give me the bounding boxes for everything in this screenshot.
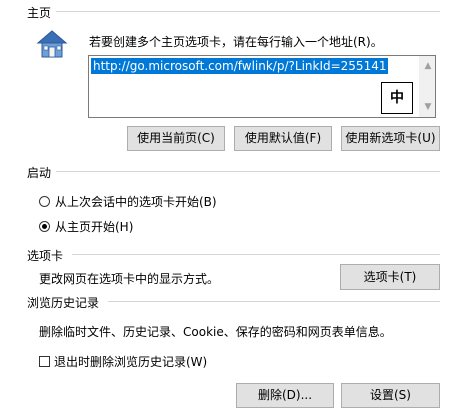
textarea-scrollbar[interactable]: ▲ ▼ xyxy=(419,56,435,117)
delete-history-button[interactable]: 删除(D)... xyxy=(236,383,334,408)
tabs-description: 更改网页在选项卡中的显示方式。 xyxy=(39,272,220,286)
delete-history-on-exit-label[interactable]: 退出时删除浏览历史记录(W) xyxy=(54,353,207,370)
homepage-url-textarea[interactable]: http://go.microsoft.com/fwlink/p/?LinkId… xyxy=(88,55,436,118)
startup-section-title: 启动 xyxy=(27,166,52,180)
use-default-button[interactable]: 使用默认值(F) xyxy=(234,126,332,151)
ime-indicator: 中 xyxy=(381,82,413,114)
startup-option-last-session-label[interactable]: 从上次会话中的选项卡开始(B) xyxy=(55,193,217,210)
use-new-tab-button[interactable]: 使用新选项卡(U) xyxy=(341,126,440,151)
startup-radio-last-session[interactable] xyxy=(39,196,50,207)
history-description: 删除临时文件、历史记录、Cookie、保存的密码和网页表单信息。 xyxy=(39,325,392,339)
homepage-section-title: 主页 xyxy=(27,6,52,20)
tabs-section-title: 选项卡 xyxy=(27,249,64,263)
history-section-title: 浏览历史记录 xyxy=(27,296,100,310)
homepage-instruction: 若要创建多个主页选项卡，请在每行输入一个地址(R)。 xyxy=(89,35,383,49)
startup-group-line xyxy=(56,171,440,172)
use-current-page-button[interactable]: 使用当前页(C) xyxy=(127,126,225,151)
history-settings-button[interactable]: 设置(S) xyxy=(341,383,440,408)
scroll-up-arrow-icon[interactable]: ▲ xyxy=(420,58,436,74)
tabs-group-line xyxy=(72,254,440,255)
homepage-group-line xyxy=(56,11,440,12)
delete-history-on-exit-checkbox[interactable] xyxy=(39,356,50,367)
tabs-button[interactable]: 选项卡(T) xyxy=(340,264,440,290)
homepage-url-value: http://go.microsoft.com/fwlink/p/?LinkId… xyxy=(91,58,389,74)
scroll-down-arrow-icon[interactable]: ▼ xyxy=(420,99,436,115)
startup-option-homepage-label[interactable]: 从主页开始(H) xyxy=(55,218,133,235)
history-group-line xyxy=(108,301,440,302)
startup-radio-homepage[interactable] xyxy=(39,221,50,232)
home-icon xyxy=(36,28,68,60)
